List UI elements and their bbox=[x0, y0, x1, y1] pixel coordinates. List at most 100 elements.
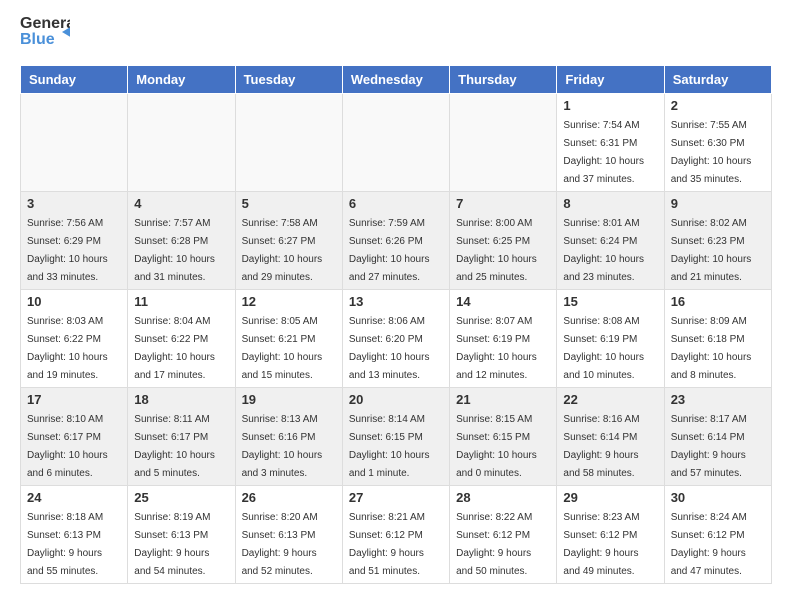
day-cell: 13 Sunrise: 8:06 AMSunset: 6:20 PMDayligh… bbox=[342, 290, 449, 388]
day-cell: 4 Sunrise: 7:57 AMSunset: 6:28 PMDaylight… bbox=[128, 192, 235, 290]
day-cell: 3 Sunrise: 7:56 AMSunset: 6:29 PMDaylight… bbox=[21, 192, 128, 290]
day-cell: 2 Sunrise: 7:55 AMSunset: 6:30 PMDaylight… bbox=[664, 94, 771, 192]
day-info: Sunrise: 8:24 AMSunset: 6:12 PMDaylight:… bbox=[671, 512, 747, 577]
day-info: Sunrise: 7:56 AMSunset: 6:29 PMDaylight:… bbox=[27, 218, 108, 283]
day-number: 8 bbox=[563, 196, 657, 211]
day-number: 18 bbox=[134, 392, 228, 407]
day-cell: 28 Sunrise: 8:22 AMSunset: 6:12 PMDayligh… bbox=[450, 486, 557, 584]
col-tuesday: Tuesday bbox=[235, 66, 342, 94]
day-info: Sunrise: 8:18 AMSunset: 6:13 PMDaylight:… bbox=[27, 512, 103, 577]
week-row-3: 10 Sunrise: 8:03 AMSunset: 6:22 PMDayligh… bbox=[21, 290, 772, 388]
day-cell bbox=[21, 94, 128, 192]
day-cell: 29Sunrise: 8:23 AMSunset: 6:12 PMDayligh… bbox=[557, 486, 664, 584]
day-info: Sunrise: 8:21 AMSunset: 6:12 PMDaylight:… bbox=[349, 512, 425, 577]
day-info: Sunrise: 8:04 AMSunset: 6:22 PMDaylight:… bbox=[134, 316, 215, 381]
day-info: Sunrise: 8:00 AMSunset: 6:25 PMDaylight:… bbox=[456, 218, 537, 283]
day-info: Sunrise: 8:02 AMSunset: 6:23 PMDaylight:… bbox=[671, 218, 752, 283]
day-cell: 15Sunrise: 8:08 AMSunset: 6:19 PMDayligh… bbox=[557, 290, 664, 388]
header-row: Sunday Monday Tuesday Wednesday Thursday… bbox=[21, 66, 772, 94]
day-cell: 5 Sunrise: 7:58 AMSunset: 6:27 PMDaylight… bbox=[235, 192, 342, 290]
day-cell: 16Sunrise: 8:09 AMSunset: 6:18 PMDayligh… bbox=[664, 290, 771, 388]
calendar-wrapper: Sunday Monday Tuesday Wednesday Thursday… bbox=[0, 65, 792, 594]
col-friday: Friday bbox=[557, 66, 664, 94]
day-cell: 22 Sunrise: 8:16 AMSunset: 6:14 PMDayligh… bbox=[557, 388, 664, 486]
day-cell bbox=[128, 94, 235, 192]
day-number: 1 bbox=[563, 98, 657, 113]
day-info: Sunrise: 7:58 AMSunset: 6:27 PMDaylight:… bbox=[242, 218, 323, 283]
day-info: Sunrise: 7:55 AMSunset: 6:30 PMDaylight:… bbox=[671, 120, 752, 185]
day-info: Sunrise: 8:13 AMSunset: 6:16 PMDaylight:… bbox=[242, 414, 323, 479]
week-row-1: 1 Sunrise: 7:54 AMSunset: 6:31 PMDaylight… bbox=[21, 94, 772, 192]
day-number: 7 bbox=[456, 196, 550, 211]
day-info: Sunrise: 8:07 AMSunset: 6:19 PMDaylight:… bbox=[456, 316, 537, 381]
day-info: Sunrise: 8:03 AMSunset: 6:22 PMDaylight:… bbox=[27, 316, 108, 381]
day-number: 2 bbox=[671, 98, 765, 113]
day-cell bbox=[450, 94, 557, 192]
day-info: Sunrise: 8:20 AMSunset: 6:13 PMDaylight:… bbox=[242, 512, 318, 577]
day-cell: 18 Sunrise: 8:11 AMSunset: 6:17 PMDayligh… bbox=[128, 388, 235, 486]
calendar-table: Sunday Monday Tuesday Wednesday Thursday… bbox=[20, 65, 772, 584]
day-number: 4 bbox=[134, 196, 228, 211]
day-info: Sunrise: 8:05 AMSunset: 6:21 PMDaylight:… bbox=[242, 316, 323, 381]
day-cell: 11 Sunrise: 8:04 AMSunset: 6:22 PMDayligh… bbox=[128, 290, 235, 388]
logo-image: General Blue bbox=[20, 10, 70, 60]
day-cell: 17Sunrise: 8:10 AMSunset: 6:17 PMDayligh… bbox=[21, 388, 128, 486]
day-number: 5 bbox=[242, 196, 336, 211]
col-saturday: Saturday bbox=[664, 66, 771, 94]
day-cell: 7 Sunrise: 8:00 AMSunset: 6:25 PMDaylight… bbox=[450, 192, 557, 290]
col-wednesday: Wednesday bbox=[342, 66, 449, 94]
week-row-4: 17Sunrise: 8:10 AMSunset: 6:17 PMDayligh… bbox=[21, 388, 772, 486]
day-number: 3 bbox=[27, 196, 121, 211]
day-cell: 9 Sunrise: 8:02 AMSunset: 6:23 PMDaylight… bbox=[664, 192, 771, 290]
col-sunday: Sunday bbox=[21, 66, 128, 94]
day-number: 10 bbox=[27, 294, 121, 309]
day-cell: 20 Sunrise: 8:14 AMSunset: 6:15 PMDayligh… bbox=[342, 388, 449, 486]
day-number: 9 bbox=[671, 196, 765, 211]
day-number: 26 bbox=[242, 490, 336, 505]
day-number: 20 bbox=[349, 392, 443, 407]
day-cell: 30Sunrise: 8:24 AMSunset: 6:12 PMDayligh… bbox=[664, 486, 771, 584]
day-info: Sunrise: 8:11 AMSunset: 6:17 PMDaylight:… bbox=[134, 414, 215, 479]
day-info: Sunrise: 7:57 AMSunset: 6:28 PMDaylight:… bbox=[134, 218, 215, 283]
week-row-2: 3 Sunrise: 7:56 AMSunset: 6:29 PMDaylight… bbox=[21, 192, 772, 290]
day-cell: 12Sunrise: 8:05 AMSunset: 6:21 PMDayligh… bbox=[235, 290, 342, 388]
day-info: Sunrise: 8:10 AMSunset: 6:17 PMDaylight:… bbox=[27, 414, 108, 479]
day-cell: 8 Sunrise: 8:01 AMSunset: 6:24 PMDaylight… bbox=[557, 192, 664, 290]
day-cell: 19Sunrise: 8:13 AMSunset: 6:16 PMDayligh… bbox=[235, 388, 342, 486]
day-info: Sunrise: 8:19 AMSunset: 6:13 PMDaylight:… bbox=[134, 512, 210, 577]
day-cell: 21Sunrise: 8:15 AMSunset: 6:15 PMDayligh… bbox=[450, 388, 557, 486]
day-cell: 25Sunrise: 8:19 AMSunset: 6:13 PMDayligh… bbox=[128, 486, 235, 584]
day-number: 21 bbox=[456, 392, 550, 407]
day-info: Sunrise: 8:09 AMSunset: 6:18 PMDaylight:… bbox=[671, 316, 752, 381]
week-row-5: 24Sunrise: 8:18 AMSunset: 6:13 PMDayligh… bbox=[21, 486, 772, 584]
day-info: Sunrise: 7:59 AMSunset: 6:26 PMDaylight:… bbox=[349, 218, 430, 283]
day-info: Sunrise: 8:16 AMSunset: 6:14 PMDaylight:… bbox=[563, 414, 639, 479]
day-number: 27 bbox=[349, 490, 443, 505]
day-cell: 26 Sunrise: 8:20 AMSunset: 6:13 PMDayligh… bbox=[235, 486, 342, 584]
day-cell: 14 Sunrise: 8:07 AMSunset: 6:19 PMDayligh… bbox=[450, 290, 557, 388]
day-info: Sunrise: 8:17 AMSunset: 6:14 PMDaylight:… bbox=[671, 414, 747, 479]
svg-text:General: General bbox=[20, 15, 70, 32]
day-number: 13 bbox=[349, 294, 443, 309]
day-info: Sunrise: 8:14 AMSunset: 6:15 PMDaylight:… bbox=[349, 414, 430, 479]
day-number: 11 bbox=[134, 294, 228, 309]
day-cell: 27 Sunrise: 8:21 AMSunset: 6:12 PMDayligh… bbox=[342, 486, 449, 584]
col-thursday: Thursday bbox=[450, 66, 557, 94]
page-container: General Blue Sunday Monday Tuesday Wedne… bbox=[0, 0, 792, 594]
day-cell: 1 Sunrise: 7:54 AMSunset: 6:31 PMDaylight… bbox=[557, 94, 664, 192]
day-cell: 24Sunrise: 8:18 AMSunset: 6:13 PMDayligh… bbox=[21, 486, 128, 584]
day-number: 15 bbox=[563, 294, 657, 309]
day-info: Sunrise: 8:23 AMSunset: 6:12 PMDaylight:… bbox=[563, 512, 639, 577]
day-info: Sunrise: 8:01 AMSunset: 6:24 PMDaylight:… bbox=[563, 218, 644, 283]
day-info: Sunrise: 8:06 AMSunset: 6:20 PMDaylight:… bbox=[349, 316, 430, 381]
day-cell bbox=[342, 94, 449, 192]
day-number: 28 bbox=[456, 490, 550, 505]
col-monday: Monday bbox=[128, 66, 235, 94]
day-number: 14 bbox=[456, 294, 550, 309]
day-info: Sunrise: 7:54 AMSunset: 6:31 PMDaylight:… bbox=[563, 120, 644, 185]
svg-text:Blue: Blue bbox=[20, 31, 55, 48]
day-number: 22 bbox=[563, 392, 657, 407]
header: General Blue bbox=[0, 0, 792, 65]
day-info: Sunrise: 8:22 AMSunset: 6:12 PMDaylight:… bbox=[456, 512, 532, 577]
day-number: 6 bbox=[349, 196, 443, 211]
